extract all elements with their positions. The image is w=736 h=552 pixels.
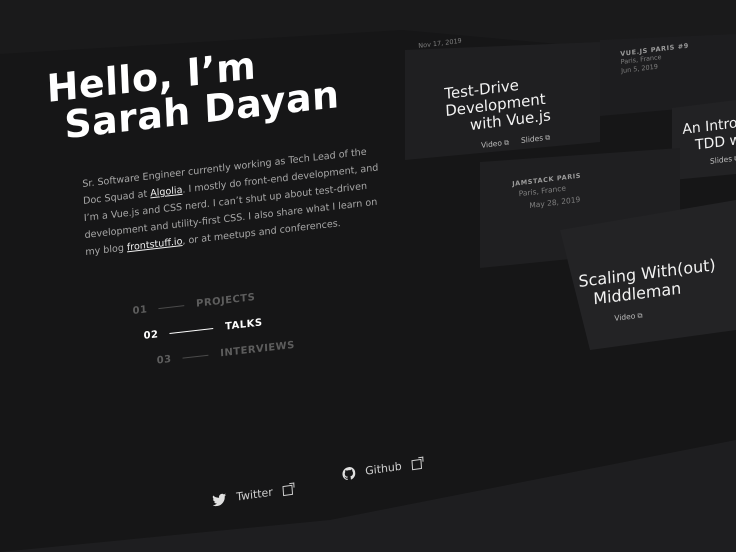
- nav-line: [182, 354, 209, 359]
- nav-label: PROJECTS: [195, 291, 256, 310]
- algolia-link[interactable]: Algolia: [150, 185, 183, 200]
- nav-number: 03: [156, 353, 172, 367]
- nav-number: 02: [143, 328, 159, 342]
- nav-line: [158, 304, 185, 309]
- nav-label: TALKS: [224, 316, 263, 333]
- nav-number: 01: [132, 303, 148, 317]
- nav-label: INTERVIEWS: [220, 339, 296, 359]
- twitter-icon: [212, 493, 227, 506]
- talk-intro-tdd-text: An Intro TDD w Slides: [682, 115, 736, 170]
- nav-line: [169, 327, 214, 334]
- talk-tdd-vue-text: Test-Drive Development with Vue.js Video…: [444, 73, 552, 155]
- github-icon: [342, 467, 356, 481]
- external-link-icon: [282, 484, 293, 496]
- blog-link[interactable]: frontstuff.io: [127, 236, 183, 253]
- external-link-icon: [411, 458, 422, 470]
